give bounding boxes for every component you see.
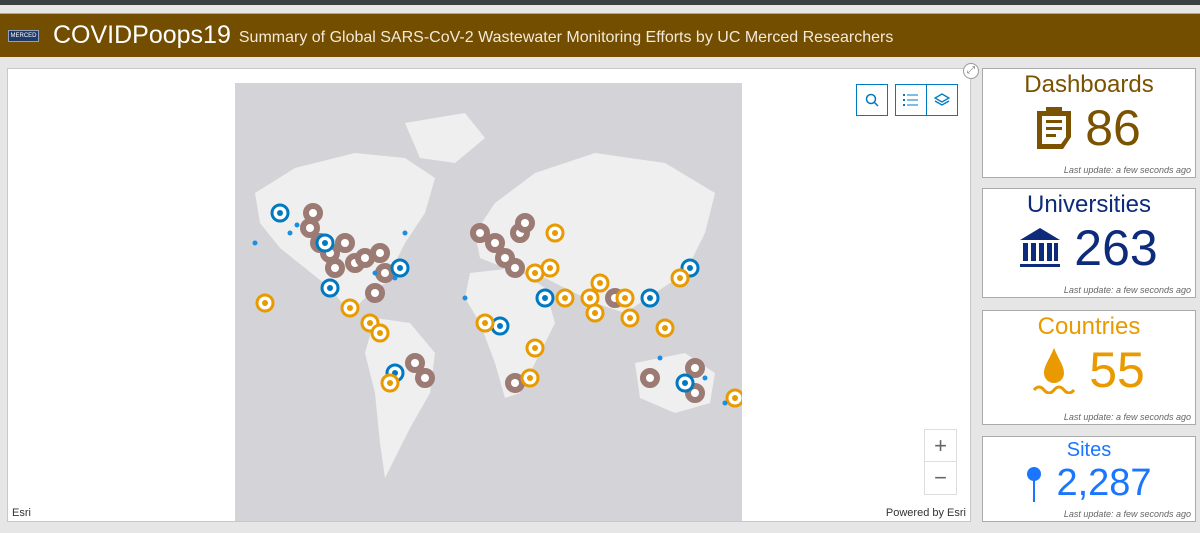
site-marker[interactable]: [462, 295, 468, 301]
site-marker[interactable]: [392, 275, 398, 281]
marker-glyph: [482, 320, 488, 326]
marker-glyph: [682, 380, 688, 386]
marker-glyph: [341, 239, 349, 247]
marker-glyph: [387, 380, 393, 386]
legend-button[interactable]: [895, 84, 927, 116]
expand-icon[interactable]: ⤢: [963, 63, 979, 79]
layers-button[interactable]: [926, 84, 958, 116]
last-update: Last update: a few seconds ago: [1063, 285, 1191, 295]
powered-by-esri[interactable]: Powered by Esri: [886, 507, 966, 519]
water-drop-icon: [1033, 348, 1076, 394]
marker-glyph: [647, 295, 653, 301]
marker-glyph: [476, 229, 484, 237]
marker-glyph: [367, 320, 373, 326]
countries-count: 55: [1089, 342, 1145, 398]
marker-glyph: [491, 239, 499, 247]
marker-glyph: [371, 289, 379, 297]
marker-glyph: [662, 325, 668, 331]
marker-glyph: [331, 264, 339, 272]
marker-glyph: [691, 364, 699, 372]
last-update: Last update: a few seconds ago: [1063, 412, 1191, 422]
site-marker[interactable]: [722, 400, 728, 406]
marker-glyph: [347, 305, 353, 311]
map-panel: ⤢ + − Esri Powered by Esri: [7, 63, 979, 522]
marker-glyph: [322, 240, 328, 246]
countries-card: Countries 55 Last update: a few seconds …: [982, 310, 1196, 425]
marker-glyph: [376, 249, 384, 257]
card-title: Countries: [1037, 313, 1141, 340]
site-marker[interactable]: [372, 270, 378, 276]
marker-glyph: [592, 310, 598, 316]
marker-glyph: [691, 389, 699, 397]
marker-glyph: [381, 269, 389, 277]
legend-icon: [903, 94, 918, 106]
sites-card: Sites 2,287 Last update: a few seconds a…: [982, 436, 1196, 522]
marker-glyph: [542, 295, 548, 301]
dashboards-card: Dashboards 86 Last update: a few seconds…: [982, 68, 1196, 178]
marker-glyph: [497, 323, 503, 329]
marker-glyph: [411, 359, 419, 367]
marker-glyph: [277, 210, 283, 216]
last-update: Last update: a few seconds ago: [1063, 509, 1191, 519]
app-subtitle: Summary of Global SARS-CoV-2 Wastewater …: [238, 28, 894, 46]
marker-glyph: [327, 285, 333, 291]
marker-glyph: [532, 345, 538, 351]
marker-glyph: [521, 219, 529, 227]
marker-glyph: [597, 280, 603, 286]
site-marker[interactable]: [702, 375, 708, 381]
universities-count: 263: [1074, 220, 1158, 276]
clipboard-icon: [1037, 107, 1072, 149]
search-icon: [865, 93, 879, 107]
marker-glyph: [587, 295, 593, 301]
marker-glyph: [511, 379, 519, 387]
zoom-in-button[interactable]: +: [925, 430, 956, 462]
universities-card: Universities 263 Last update: a few seco…: [982, 188, 1196, 298]
app-header: MERCED COVIDPoops19 Summary of Global SA…: [0, 13, 1200, 57]
layers-icon: [934, 93, 950, 106]
university-icon: [1020, 228, 1061, 267]
marker-glyph: [627, 315, 633, 321]
pin-icon: [1027, 466, 1042, 502]
marker-glyph: [421, 374, 429, 382]
marker-glyph: [562, 295, 568, 301]
zoom-out-button[interactable]: −: [925, 462, 956, 494]
marker-glyph: [501, 254, 509, 262]
marker-glyph: [732, 395, 738, 401]
app-title: COVIDPoops19: [53, 21, 231, 49]
last-update: Last update: a few seconds ago: [1063, 165, 1191, 175]
marker-glyph: [377, 330, 383, 336]
card-title: Dashboards: [1024, 71, 1154, 98]
zoom-control: + −: [924, 429, 957, 495]
browser-top-bar: [0, 0, 1200, 5]
site-marker[interactable]: [402, 230, 408, 236]
marker-glyph: [532, 270, 538, 276]
site-marker[interactable]: [252, 240, 258, 246]
marker-glyph: [527, 375, 533, 381]
uc-merced-logo: MERCED: [8, 29, 39, 42]
card-title: Sites: [1066, 439, 1112, 461]
site-marker[interactable]: [294, 222, 300, 228]
dashboards-count: 86: [1085, 100, 1141, 156]
marker-glyph: [622, 295, 628, 301]
search-button[interactable]: [856, 84, 888, 116]
marker-glyph: [547, 265, 553, 271]
world-map[interactable]: [235, 83, 742, 521]
marker-glyph: [511, 264, 519, 272]
marker-glyph: [306, 224, 314, 232]
marker-glyph: [687, 265, 693, 271]
marker-glyph: [262, 300, 268, 306]
marker-glyph: [361, 254, 369, 262]
card-title: Universities: [1026, 191, 1152, 218]
marker-glyph: [552, 230, 558, 236]
site-marker[interactable]: [287, 230, 293, 236]
sites-count: 2,287: [1056, 462, 1152, 504]
esri-attribution[interactable]: Esri: [12, 507, 31, 519]
marker-glyph: [646, 374, 654, 382]
marker-glyph: [397, 265, 403, 271]
marker-glyph: [677, 275, 683, 281]
site-marker[interactable]: [657, 355, 663, 361]
marker-glyph: [309, 209, 317, 217]
